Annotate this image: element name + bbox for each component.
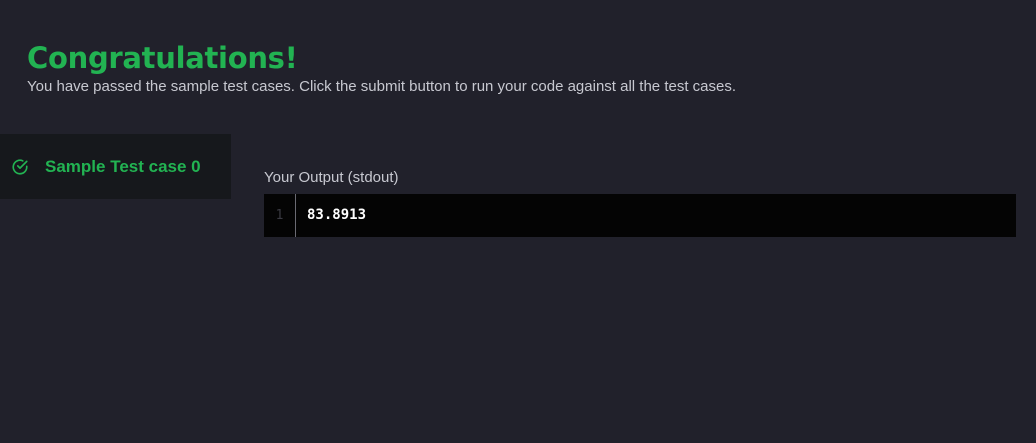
check-circle-icon (11, 158, 29, 176)
result-message: You have passed the sample test cases. C… (27, 78, 737, 95)
testcase-label: Sample Test case 0 (45, 156, 201, 176)
testcase-tab-sample-0[interactable]: Sample Test case 0 (0, 134, 231, 199)
result-header: Congratulations! You have passed the sam… (27, 40, 736, 96)
output-box: 1 83.8913 (264, 194, 1016, 237)
output-label: Your Output (stdout) (264, 169, 399, 186)
test-results-panel: Congratulations! You have passed the sam… (0, 0, 1036, 443)
output-section: Your Output (stdout) 1 83.8913 (264, 168, 1016, 237)
result-title: Congratulations! (27, 41, 298, 75)
testcase-sidebar: Sample Test case 0 (0, 134, 231, 199)
output-line: 83.8913 (307, 207, 367, 223)
line-number: 1 (264, 194, 296, 237)
